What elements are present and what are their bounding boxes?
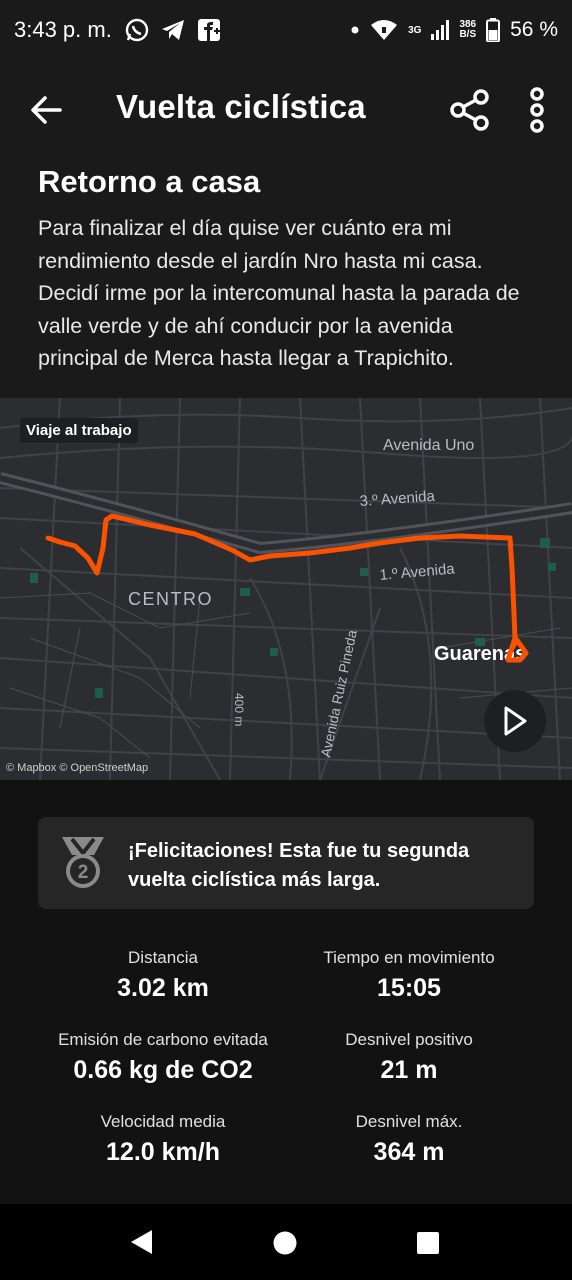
battery-icon [486,18,501,42]
map-label-tercera-avenida: 3.º Avenida [359,488,436,510]
map-attribution[interactable]: © Mapbox © OpenStreetMap [6,762,148,774]
medal-2-icon: 2 [62,837,104,888]
play-icon [504,706,527,736]
activity-description: Para finalizar el día quise ver cuánto e… [38,216,520,370]
map-label-ruiz-pineda: Avenida Ruiz Pineda [317,628,360,758]
activity-section: Retorno a casa Para finalizar el día qui… [0,158,572,398]
stats-section: 2 ¡Felicitaciones! Esta fue tu segunda v… [0,780,572,1204]
activity-header: Retorno a casa Para finalizar el día qui… [0,158,572,398]
app-bar: Vuelta ciclística [0,60,572,158]
telegram-icon [161,20,184,40]
map-label-primera-avenida: 1.º Avenida [379,560,456,584]
signal-icon [431,20,450,40]
stat-moving-time: Tiempo en movimiento 15:05 [266,948,552,1003]
medal-number: 2 [78,862,89,883]
nav-home-icon[interactable] [272,1230,298,1256]
more-vert-icon[interactable] [524,86,550,134]
route-line [45,513,529,663]
play-flyover-button[interactable] [484,690,546,752]
activity-title: Retorno a casa [38,164,261,199]
map-labels: Avenida Uno 3.º Avenida 1.º Avenida CENT… [128,437,526,759]
stat-value: 12.0 km/h [106,1138,220,1166]
achievement-card[interactable]: 2 ¡Felicitaciones! Esta fue tu segunda v… [38,817,534,909]
map-tag: Viaje al trabajo [20,418,138,443]
page-title: Vuelta ciclística [116,88,366,125]
battery-percent: 56 % [510,18,558,41]
stat-label: Velocidad media [100,1112,226,1131]
map-label-avenida-uno: Avenida Uno [383,437,474,454]
stat-value: 15:05 [377,974,441,1002]
stat-label: Emisión de carbono evitada [58,1030,268,1049]
system-nav-bar [0,1204,572,1280]
back-arrow-icon[interactable] [26,90,66,130]
whatsapp-icon [125,18,149,42]
dot-icon [351,26,359,34]
share-icon[interactable] [448,88,492,132]
map-label-centro: CENTRO [128,589,213,609]
nav-back-icon[interactable] [128,1228,156,1256]
stat-carbon-saved: Emisión de carbono evitada 0.66 kg de CO… [20,1030,306,1085]
stat-label: Desnivel positivo [345,1030,473,1049]
achievement-text: ¡Felicitaciones! Esta fue tu segunda vue… [128,840,470,891]
map-label-road-num: 400 m [232,693,246,726]
stat-value: 364 m [373,1138,445,1166]
stat-avg-speed: Velocidad media 12.0 km/h [20,1112,306,1167]
stat-label: Tiempo en movimiento [323,948,495,967]
stat-label: Distancia [128,948,198,967]
stat-value: 3.02 km [117,974,209,1002]
net-speed: 386 B/S [459,19,477,40]
status-time: 3:43 p. m. [14,17,112,42]
stat-max-elevation: Desnivel máx. 364 m [266,1112,552,1167]
network-type: 3G [408,24,422,36]
stat-distance: Distancia 3.02 km [20,948,306,1003]
status-bar: 3:43 p. m. 3G 386 B/S 56 % [0,0,572,60]
wifi-icon [371,20,398,40]
stat-value: 21 m [380,1056,438,1084]
facebook-icon [197,19,220,41]
stat-elevation-gain: Desnivel positivo 21 m [266,1030,552,1085]
nav-recents-icon[interactable] [416,1231,440,1255]
stat-value: 0.66 kg de CO2 [73,1056,253,1084]
stat-label: Desnivel máx. [355,1112,463,1131]
